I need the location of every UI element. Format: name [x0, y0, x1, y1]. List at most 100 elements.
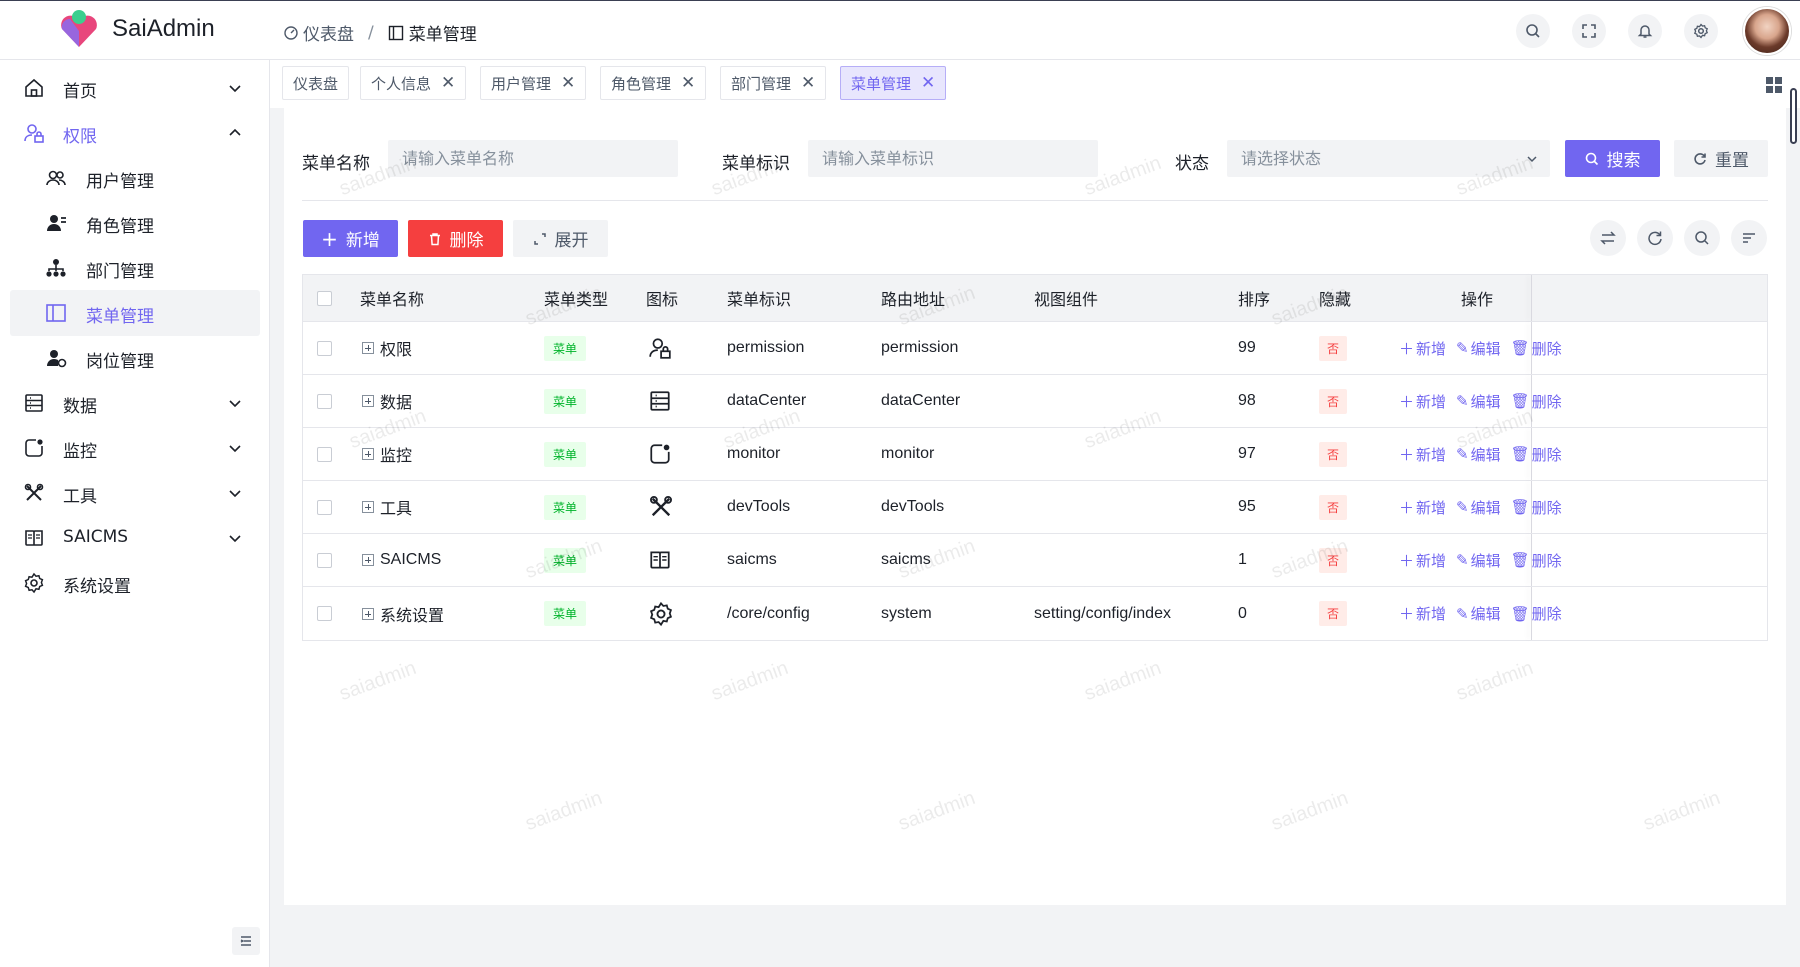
- row-checkbox[interactable]: [317, 481, 332, 533]
- row-checkbox[interactable]: [317, 428, 332, 480]
- sidebar-item-permission[interactable]: 权限: [10, 110, 260, 156]
- close-icon[interactable]: ✕: [801, 74, 815, 92]
- row-checkbox[interactable]: [317, 375, 332, 427]
- expand-row-icon[interactable]: [362, 554, 374, 566]
- row-add-link[interactable]: ＋新增: [1399, 603, 1446, 624]
- sidebar-item-home[interactable]: 首页: [10, 65, 260, 111]
- menu-type-tag: 菜单: [544, 494, 587, 520]
- sidebar-item-posts[interactable]: 岗位管理: [10, 335, 260, 381]
- close-icon[interactable]: ✕: [921, 74, 935, 92]
- menu-name-label: 菜单名称: [302, 154, 370, 174]
- expand-row-icon[interactable]: [362, 395, 374, 407]
- column-header[interactable]: 菜单标识: [727, 275, 791, 321]
- row-delete-link[interactable]: 🗑 删除: [1511, 338, 1562, 359]
- row-edit-link[interactable]: ✎ 编辑: [1456, 391, 1501, 412]
- expand-button[interactable]: 展开: [513, 220, 608, 257]
- row-delete-link[interactable]: 🗑 删除: [1511, 444, 1562, 465]
- row-add-link[interactable]: ＋新增: [1399, 338, 1446, 359]
- tab-users[interactable]: 用户管理 ✕: [480, 66, 587, 100]
- main-panel: 菜单名称 请输入菜单名称 菜单标识 请输入菜单标识 状态 请选择状态 搜索 重置…: [284, 108, 1786, 905]
- tab-roles[interactable]: 角色管理 ✕: [600, 66, 707, 100]
- tab-departments[interactable]: 部门管理 ✕: [720, 66, 827, 100]
- row-delete-link[interactable]: 🗑 删除: [1511, 603, 1562, 624]
- sidebar-item-tools[interactable]: 工具: [10, 470, 260, 516]
- column-header[interactable]: 路由地址: [881, 275, 945, 321]
- row-delete-link[interactable]: 🗑 删除: [1511, 391, 1562, 412]
- row-delete-link[interactable]: 🗑 删除: [1511, 497, 1562, 518]
- expand-row-icon[interactable]: [362, 448, 374, 460]
- sidebar-item-data[interactable]: 数据: [10, 380, 260, 426]
- row-edit-link[interactable]: ✎ 编辑: [1456, 550, 1501, 571]
- close-icon[interactable]: ✕: [561, 74, 575, 92]
- column-header[interactable]: 菜单类型: [544, 275, 608, 321]
- tools-icon: [650, 496, 672, 517]
- settings-button[interactable]: [1684, 14, 1718, 48]
- sidebar-item-roles[interactable]: 角色管理: [10, 200, 260, 246]
- row-add-link[interactable]: ＋新增: [1399, 550, 1446, 571]
- menu-type-tag: 菜单: [544, 388, 587, 414]
- tab-profile[interactable]: 个人信息 ✕: [360, 66, 467, 100]
- notification-button[interactable]: [1628, 14, 1662, 48]
- column-header[interactable]: 排序: [1238, 275, 1270, 321]
- tab-dashboard[interactable]: 仪表盘: [282, 66, 350, 100]
- row-add-link[interactable]: ＋新增: [1399, 497, 1446, 518]
- expand-row-icon[interactable]: [362, 501, 374, 513]
- sidebar-item-monitor[interactable]: 监控: [10, 425, 260, 471]
- table-row[interactable]: 监控 菜单 monitor monitor 97 否 ＋新增 ✎ 编辑 🗑 删除: [303, 428, 1767, 481]
- expand-icon: [533, 232, 546, 245]
- table-row[interactable]: 数据 菜单 dataCenter dataCenter 98 否 ＋新增 ✎ 编辑…: [303, 375, 1767, 428]
- column-header[interactable]: 视图组件: [1034, 275, 1098, 321]
- row-edit-link[interactable]: ✎ 编辑: [1456, 497, 1501, 518]
- select-all-checkbox[interactable]: [317, 275, 332, 321]
- column-header[interactable]: 图标: [646, 275, 678, 321]
- column-header[interactable]: 菜单名称: [360, 275, 424, 321]
- row-delete-link[interactable]: 🗑 删除: [1511, 550, 1562, 571]
- column-header[interactable]: 隐藏: [1319, 275, 1351, 321]
- sidebar-item-departments[interactable]: 部门管理: [10, 245, 260, 291]
- tab-menus[interactable]: 菜单管理 ✕: [840, 66, 947, 100]
- add-button[interactable]: + 新增: [303, 220, 398, 257]
- row-checkbox[interactable]: [317, 322, 332, 374]
- close-icon[interactable]: ✕: [441, 74, 455, 92]
- row-edit-link[interactable]: ✎ 编辑: [1456, 444, 1501, 465]
- delete-button[interactable]: 删除: [408, 220, 503, 257]
- close-icon[interactable]: ✕: [681, 74, 695, 92]
- bell-icon: [1637, 25, 1653, 38]
- monitor-icon: [25, 439, 43, 457]
- table-row[interactable]: 权限 菜单 permission permission 99 否 ＋新增 ✎ 编辑…: [303, 322, 1767, 375]
- reset-button[interactable]: 重置: [1674, 140, 1768, 177]
- header-search-button[interactable]: [1516, 14, 1550, 48]
- sidebar-item-saicms[interactable]: SAICMS: [10, 515, 260, 561]
- table-row[interactable]: 系统设置 菜单 /core/config system setting/conf…: [303, 587, 1767, 640]
- hidden-tag: 否: [1319, 601, 1348, 626]
- fullscreen-button[interactable]: [1572, 14, 1606, 48]
- column-settings-button[interactable]: [1731, 220, 1767, 256]
- row-edit-link[interactable]: ✎ 编辑: [1456, 338, 1501, 359]
- expand-row-icon[interactable]: [362, 342, 374, 354]
- row-edit-link[interactable]: ✎ 编辑: [1456, 603, 1501, 624]
- column-header[interactable]: 操作: [1461, 275, 1493, 321]
- row-checkbox[interactable]: [317, 587, 332, 640]
- search-form: 菜单名称 请输入菜单名称 菜单标识 请输入菜单标识 状态 请选择状态 搜索 重置: [284, 140, 1786, 180]
- expand-row-icon[interactable]: [362, 607, 374, 620]
- search-button[interactable]: 搜索: [1565, 140, 1660, 177]
- sidebar-item-system-settings[interactable]: 系统设置: [10, 560, 260, 606]
- scrollbar-thumb[interactable]: [1790, 88, 1797, 144]
- row-checkbox[interactable]: [317, 534, 332, 586]
- refresh-button[interactable]: [1637, 220, 1673, 256]
- sidebar-item-menus[interactable]: 菜单管理: [10, 290, 260, 336]
- toggle-layout-button[interactable]: [1590, 220, 1626, 256]
- row-add-link[interactable]: ＋新增: [1399, 391, 1446, 412]
- menu-code-input[interactable]: 请输入菜单标识: [808, 140, 1098, 177]
- user-avatar[interactable]: [1743, 7, 1791, 55]
- sidebar-item-users[interactable]: 用户管理: [10, 155, 260, 201]
- grid-icon[interactable]: [1764, 75, 1784, 95]
- menu-name-input[interactable]: 请输入菜单名称: [388, 140, 678, 177]
- table-row[interactable]: 工具 菜单 devTools devTools 95 否 ＋新增 ✎ 编辑 🗑 删除: [303, 481, 1767, 534]
- collapse-sidebar-button[interactable]: [232, 927, 260, 955]
- toggle-search-button[interactable]: [1684, 220, 1720, 256]
- breadcrumb-dashboard[interactable]: 仪表盘: [284, 20, 354, 45]
- table-row[interactable]: SAICMS 菜单 saicms saicms 1 否 ＋新增 ✎ 编辑 🗑 删除: [303, 534, 1767, 587]
- status-select[interactable]: 请选择状态: [1227, 140, 1550, 177]
- row-add-link[interactable]: ＋新增: [1399, 444, 1446, 465]
